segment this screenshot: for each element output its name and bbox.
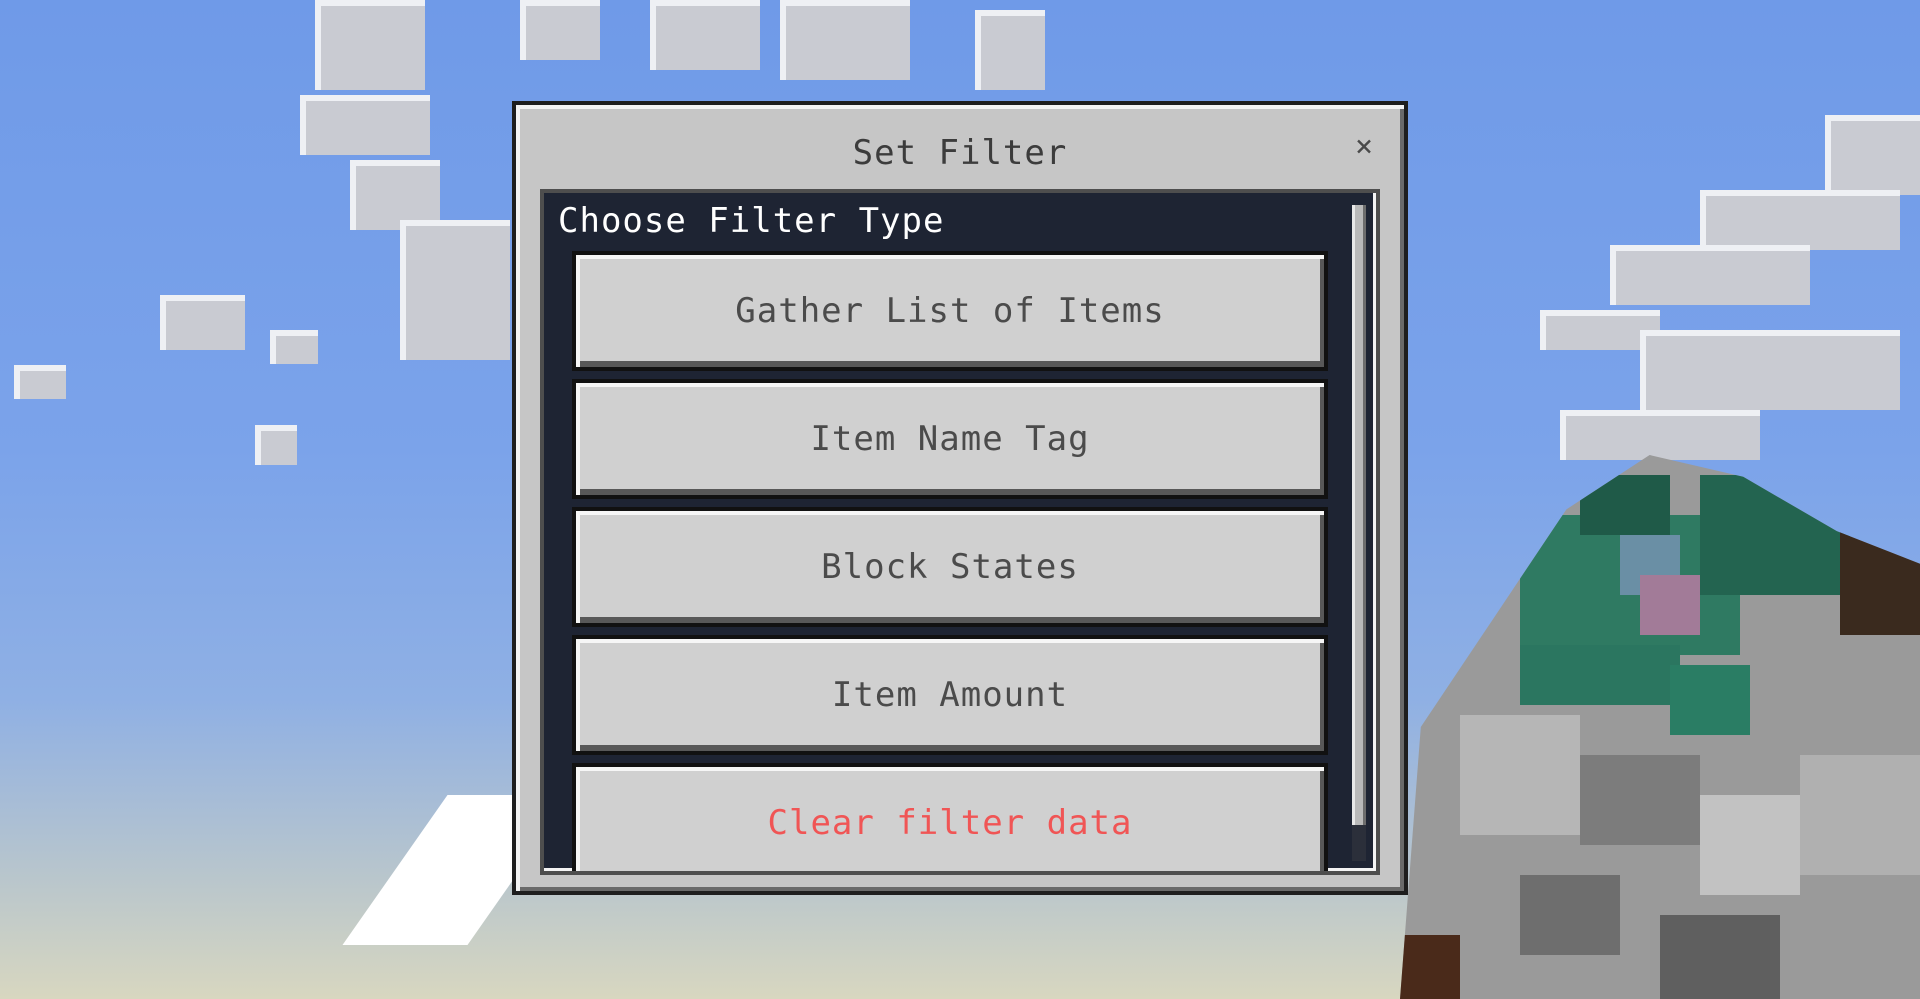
- item-amount-button[interactable]: Item Amount: [572, 635, 1328, 755]
- panel-heading: Choose Filter Type: [558, 201, 945, 241]
- option-label: Block States: [821, 547, 1079, 587]
- cloud: [1700, 190, 1900, 250]
- cloud: [300, 95, 430, 155]
- scrollbar-track[interactable]: [1352, 205, 1366, 861]
- option-label: Gather List of Items: [735, 291, 1165, 331]
- set-filter-dialog: Set Filter × Choose Filter Type Gather L…: [512, 101, 1408, 895]
- clear-filter-data-button[interactable]: Clear filter data: [572, 763, 1328, 871]
- cloud: [400, 220, 510, 360]
- gather-list-of-items-button[interactable]: Gather List of Items: [572, 251, 1328, 371]
- option-label: Item Name Tag: [810, 419, 1090, 459]
- close-button[interactable]: ×: [1348, 131, 1380, 163]
- cloud: [780, 0, 910, 80]
- cloud: [1640, 330, 1900, 410]
- filter-type-panel: Choose Filter Type Gather List of Items …: [540, 189, 1380, 875]
- cloud: [315, 0, 425, 90]
- scrollbar-thumb[interactable]: [1352, 205, 1366, 825]
- cloud: [975, 10, 1045, 90]
- close-icon: ×: [1354, 129, 1374, 164]
- cloud: [14, 365, 66, 399]
- option-label: Item Amount: [831, 675, 1069, 715]
- block-states-button[interactable]: Block States: [572, 507, 1328, 627]
- cloud: [1825, 115, 1920, 195]
- cloud: [255, 425, 297, 465]
- cloud: [160, 295, 245, 350]
- filter-option-list: Gather List of Items Item Name Tag Block…: [572, 251, 1328, 871]
- held-block: [1400, 455, 1920, 999]
- cloud: [270, 330, 318, 364]
- option-label: Clear filter data: [767, 803, 1133, 843]
- dialog-title: Set Filter: [852, 133, 1068, 173]
- cloud: [520, 0, 600, 60]
- item-name-tag-button[interactable]: Item Name Tag: [572, 379, 1328, 499]
- cloud: [1560, 410, 1760, 460]
- cloud: [1610, 245, 1810, 305]
- cloud: [650, 0, 760, 70]
